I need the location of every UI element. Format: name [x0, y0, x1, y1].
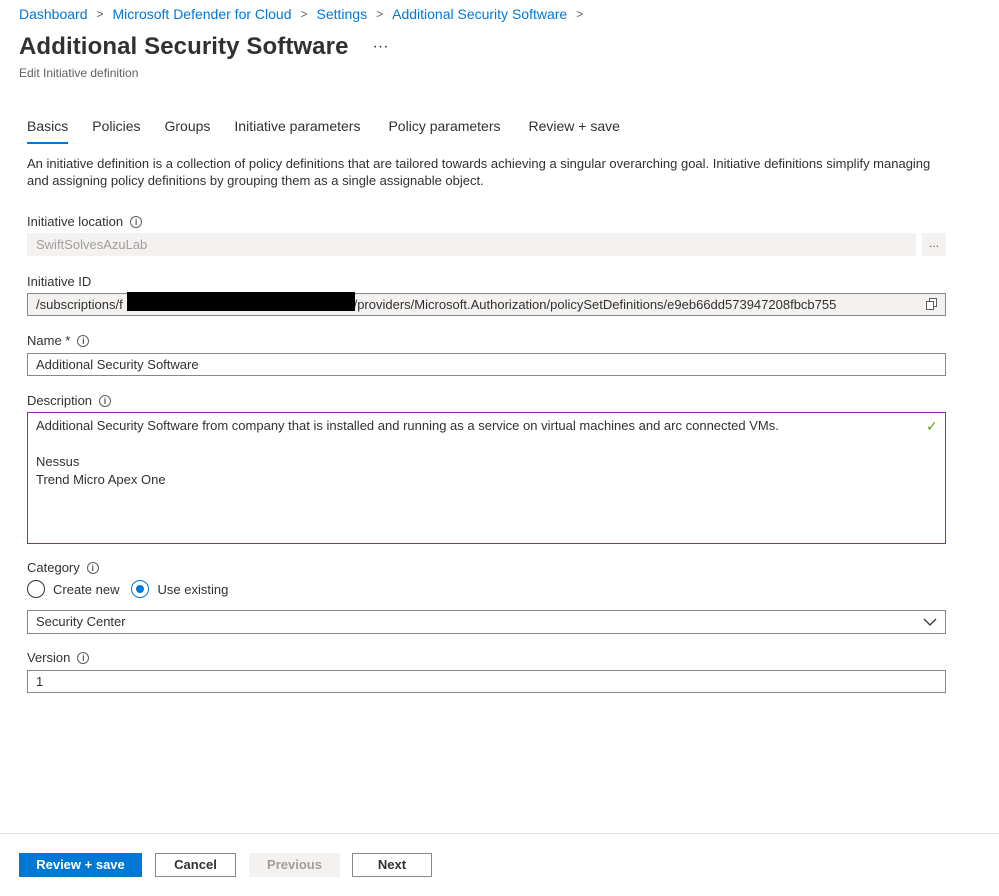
description-label-text: Description: [27, 393, 93, 408]
breadcrumb-defender[interactable]: Microsoft Defender for Cloud: [113, 6, 292, 22]
initiative-id-prefix: /subscriptions/f: [36, 297, 123, 312]
next-button[interactable]: Next: [352, 853, 432, 877]
location-browse-button[interactable]: ...: [922, 233, 946, 256]
breadcrumb-dashboard[interactable]: Dashboard: [19, 6, 88, 22]
valid-check-icon: ✓: [926, 418, 938, 434]
name-input[interactable]: Additional Security Software: [27, 353, 946, 376]
description-line: Additional Security Software from compan…: [36, 418, 779, 433]
chevron-down-icon: [923, 618, 937, 626]
breadcrumb-settings[interactable]: Settings: [317, 6, 368, 22]
initiative-id-label: Initiative ID: [27, 274, 92, 289]
location-label-text: Initiative location: [27, 214, 124, 229]
category-radio-group: Create new Use existing: [27, 580, 240, 598]
redaction-block: [127, 292, 355, 311]
radio-use-existing[interactable]: [131, 580, 150, 598]
tab-groups[interactable]: Groups: [164, 118, 210, 144]
description-line: [36, 435, 937, 453]
radio-create-new[interactable]: [27, 580, 45, 598]
breadcrumb-additional-security[interactable]: Additional Security Software: [392, 6, 567, 22]
version-label: Version i: [27, 650, 90, 665]
tab-policy-parameters[interactable]: Policy parameters: [388, 118, 500, 144]
footer-divider: [0, 833, 999, 834]
initiative-id-suffix: l/providers/Microsoft.Authorization/poli…: [350, 297, 837, 312]
description-label: Description i: [27, 393, 112, 408]
location-field: SwiftSolvesAzuLab: [27, 233, 916, 256]
description-line: Nessus: [36, 454, 80, 469]
category-label-text: Category: [27, 560, 80, 575]
breadcrumb: Dashboard > Microsoft Defender for Cloud…: [19, 6, 592, 22]
category-select[interactable]: Security Center: [27, 610, 946, 634]
name-label-text: Name *: [27, 333, 71, 348]
location-label: Initiative location i: [27, 214, 143, 229]
cancel-button[interactable]: Cancel: [155, 853, 236, 877]
description-textarea[interactable]: Additional Security Software from compan…: [27, 412, 946, 544]
info-icon[interactable]: i: [99, 394, 112, 407]
tab-policies[interactable]: Policies: [92, 118, 140, 144]
info-icon[interactable]: i: [86, 561, 99, 574]
info-icon[interactable]: i: [77, 651, 90, 664]
chevron-right-icon: >: [96, 7, 104, 21]
title-row: Additional Security Software ···: [19, 33, 389, 61]
category-label: Category i: [27, 560, 99, 575]
tab-initiative-parameters[interactable]: Initiative parameters: [234, 118, 360, 144]
copy-icon[interactable]: [926, 298, 938, 310]
review-save-button[interactable]: Review + save: [19, 853, 142, 877]
intro-text: An initiative definition is a collection…: [27, 156, 931, 188]
info-icon[interactable]: i: [130, 215, 143, 228]
info-icon[interactable]: i: [77, 334, 90, 347]
page-subtitle: Edit Initiative definition: [19, 66, 139, 80]
name-label: Name * i: [27, 333, 90, 348]
tab-bar: Basics Policies Groups Initiative parame…: [27, 118, 644, 144]
more-options-button[interactable]: ···: [373, 39, 389, 55]
tab-basics[interactable]: Basics: [27, 118, 69, 144]
version-input[interactable]: 1: [27, 670, 946, 693]
page-title: Additional Security Software: [19, 33, 349, 60]
radio-use-existing-label[interactable]: Use existing: [157, 582, 228, 597]
previous-button[interactable]: Previous: [249, 853, 340, 877]
chevron-right-icon: >: [576, 7, 584, 21]
version-label-text: Version: [27, 650, 71, 665]
radio-create-new-label[interactable]: Create new: [53, 582, 119, 597]
chevron-right-icon: >: [376, 7, 384, 21]
category-select-value: Security Center: [36, 614, 126, 629]
tab-review-save[interactable]: Review + save: [529, 118, 620, 144]
chevron-right-icon: >: [300, 7, 308, 21]
description-line: Trend Micro Apex One: [36, 472, 166, 487]
